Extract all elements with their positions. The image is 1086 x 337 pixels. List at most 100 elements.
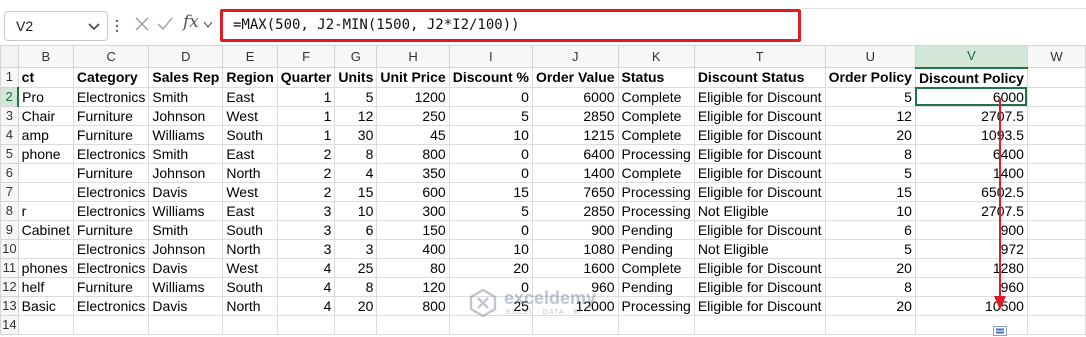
cell-d5[interactable]: Smith	[148, 143, 224, 164]
cell-u3[interactable]: 12	[824, 105, 916, 126]
cell-k9[interactable]: Pending	[617, 219, 695, 240]
cell-e3[interactable]: West	[222, 105, 278, 126]
cell-w6[interactable]	[1026, 162, 1086, 183]
cell-t7[interactable]: Eligible for Discount	[693, 181, 826, 202]
cell-g2[interactable]: 5	[334, 86, 378, 107]
cell-k3[interactable]: Complete	[617, 105, 695, 126]
cell-k10[interactable]: Pending	[617, 238, 695, 259]
cell-g12[interactable]: 8	[334, 276, 378, 297]
column-header-k[interactable]: K	[617, 45, 695, 68]
cell-d4[interactable]: Williams	[148, 124, 224, 145]
cell-b4[interactable]: amp	[17, 124, 74, 145]
cell-c7[interactable]: Electronics	[72, 181, 150, 202]
cell-h11[interactable]: 80	[376, 257, 450, 278]
cell-c8[interactable]: Electronics	[72, 200, 150, 221]
cell-k1[interactable]: Status	[617, 67, 695, 88]
cell-w12[interactable]	[1026, 276, 1086, 297]
cell-c9[interactable]: Furniture	[72, 219, 150, 240]
cell-t5[interactable]: Eligible for Discount	[693, 143, 826, 164]
cell-v2[interactable]: 6000	[914, 86, 1028, 107]
cell-d8[interactable]: Williams	[148, 200, 224, 221]
cell-k5[interactable]: Processing	[617, 143, 695, 164]
cell-w5[interactable]	[1026, 143, 1086, 164]
cell-d3[interactable]: Johnson	[148, 105, 224, 126]
cell-b1[interactable]: ct	[17, 67, 74, 88]
cell-d12[interactable]: Williams	[148, 276, 224, 297]
cell-w1[interactable]	[1026, 67, 1086, 88]
cell-w4[interactable]	[1026, 124, 1086, 145]
row-header[interactable]: 3	[0, 105, 19, 126]
cell-i3[interactable]: 5	[448, 105, 533, 126]
cell-e4[interactable]: South	[222, 124, 278, 145]
cell-g13[interactable]: 20	[334, 295, 378, 316]
cell-f2[interactable]: 1	[276, 86, 336, 107]
cell-u11[interactable]: 20	[824, 257, 916, 278]
row-header[interactable]: 11	[0, 257, 19, 278]
cell-c2[interactable]: Electronics	[72, 86, 150, 107]
cell-f7[interactable]: 2	[276, 181, 336, 202]
insert-function-button[interactable]: fx	[183, 12, 199, 32]
column-header-e[interactable]: E	[222, 45, 278, 68]
cell-b10[interactable]	[17, 238, 74, 259]
cell-u5[interactable]: 8	[824, 143, 916, 164]
cell-w13[interactable]	[1026, 295, 1086, 316]
select-all-corner[interactable]	[0, 45, 19, 68]
cell-e8[interactable]: East	[222, 200, 278, 221]
column-header-j[interactable]: J	[531, 45, 619, 68]
cell-u6[interactable]: 5	[824, 162, 916, 183]
cell-i7[interactable]: 15	[448, 181, 533, 202]
name-box[interactable]: V2	[4, 11, 108, 41]
cell-w2[interactable]	[1026, 86, 1086, 107]
cell-b2[interactable]: Pro	[17, 86, 74, 107]
cell-k2[interactable]: Complete	[617, 86, 695, 107]
cell-v13[interactable]: 10500	[914, 295, 1028, 316]
cell-b9[interactable]: Cabinet	[17, 219, 74, 240]
cell-t13[interactable]: Eligible for Discount	[693, 295, 826, 316]
cell-c10[interactable]: Electronics	[72, 238, 150, 259]
cell-i2[interactable]: 0	[448, 86, 533, 107]
cell-g5[interactable]: 8	[334, 143, 378, 164]
cell-c14[interactable]	[72, 314, 150, 335]
cell-u13[interactable]: 20	[824, 295, 916, 316]
cell-v11[interactable]: 1280	[914, 257, 1028, 278]
cell-t2[interactable]: Eligible for Discount	[693, 86, 826, 107]
cell-i9[interactable]: 0	[448, 219, 533, 240]
cell-d2[interactable]: Smith	[148, 86, 224, 107]
cell-h13[interactable]: 800	[376, 295, 450, 316]
cell-j5[interactable]: 6400	[531, 143, 619, 164]
cell-c4[interactable]: Furniture	[72, 124, 150, 145]
cell-g3[interactable]: 12	[334, 105, 378, 126]
cell-h9[interactable]: 150	[376, 219, 450, 240]
cell-d10[interactable]: Johnson	[148, 238, 224, 259]
cell-e5[interactable]: East	[222, 143, 278, 164]
cell-e7[interactable]: West	[222, 181, 278, 202]
cell-h12[interactable]: 120	[376, 276, 450, 297]
cell-h4[interactable]: 45	[376, 124, 450, 145]
column-header-i[interactable]: I	[448, 45, 533, 68]
cell-f5[interactable]: 2	[276, 143, 336, 164]
cell-k6[interactable]: Complete	[617, 162, 695, 183]
cell-h6[interactable]: 350	[376, 162, 450, 183]
cell-h8[interactable]: 300	[376, 200, 450, 221]
cell-e11[interactable]: West	[222, 257, 278, 278]
cell-h2[interactable]: 1200	[376, 86, 450, 107]
cell-d14[interactable]	[148, 314, 224, 335]
cell-j9[interactable]: 900	[531, 219, 619, 240]
cell-i10[interactable]: 10	[448, 238, 533, 259]
cell-f9[interactable]: 3	[276, 219, 336, 240]
check-icon[interactable]	[156, 15, 174, 33]
cell-i4[interactable]: 10	[448, 124, 533, 145]
row-header[interactable]: 4	[0, 124, 19, 145]
column-header-d[interactable]: D	[148, 45, 224, 68]
column-header-f[interactable]: F	[276, 45, 336, 68]
cell-h7[interactable]: 600	[376, 181, 450, 202]
cell-f3[interactable]: 1	[276, 105, 336, 126]
row-header[interactable]: 1	[0, 67, 19, 88]
cell-d9[interactable]: Smith	[148, 219, 224, 240]
cell-k8[interactable]: Processing	[617, 200, 695, 221]
column-header-w[interactable]: W	[1026, 45, 1086, 68]
cell-b7[interactable]	[17, 181, 74, 202]
cell-e12[interactable]: South	[222, 276, 278, 297]
cell-v3[interactable]: 2707.5	[914, 105, 1028, 126]
cell-h5[interactable]: 800	[376, 143, 450, 164]
